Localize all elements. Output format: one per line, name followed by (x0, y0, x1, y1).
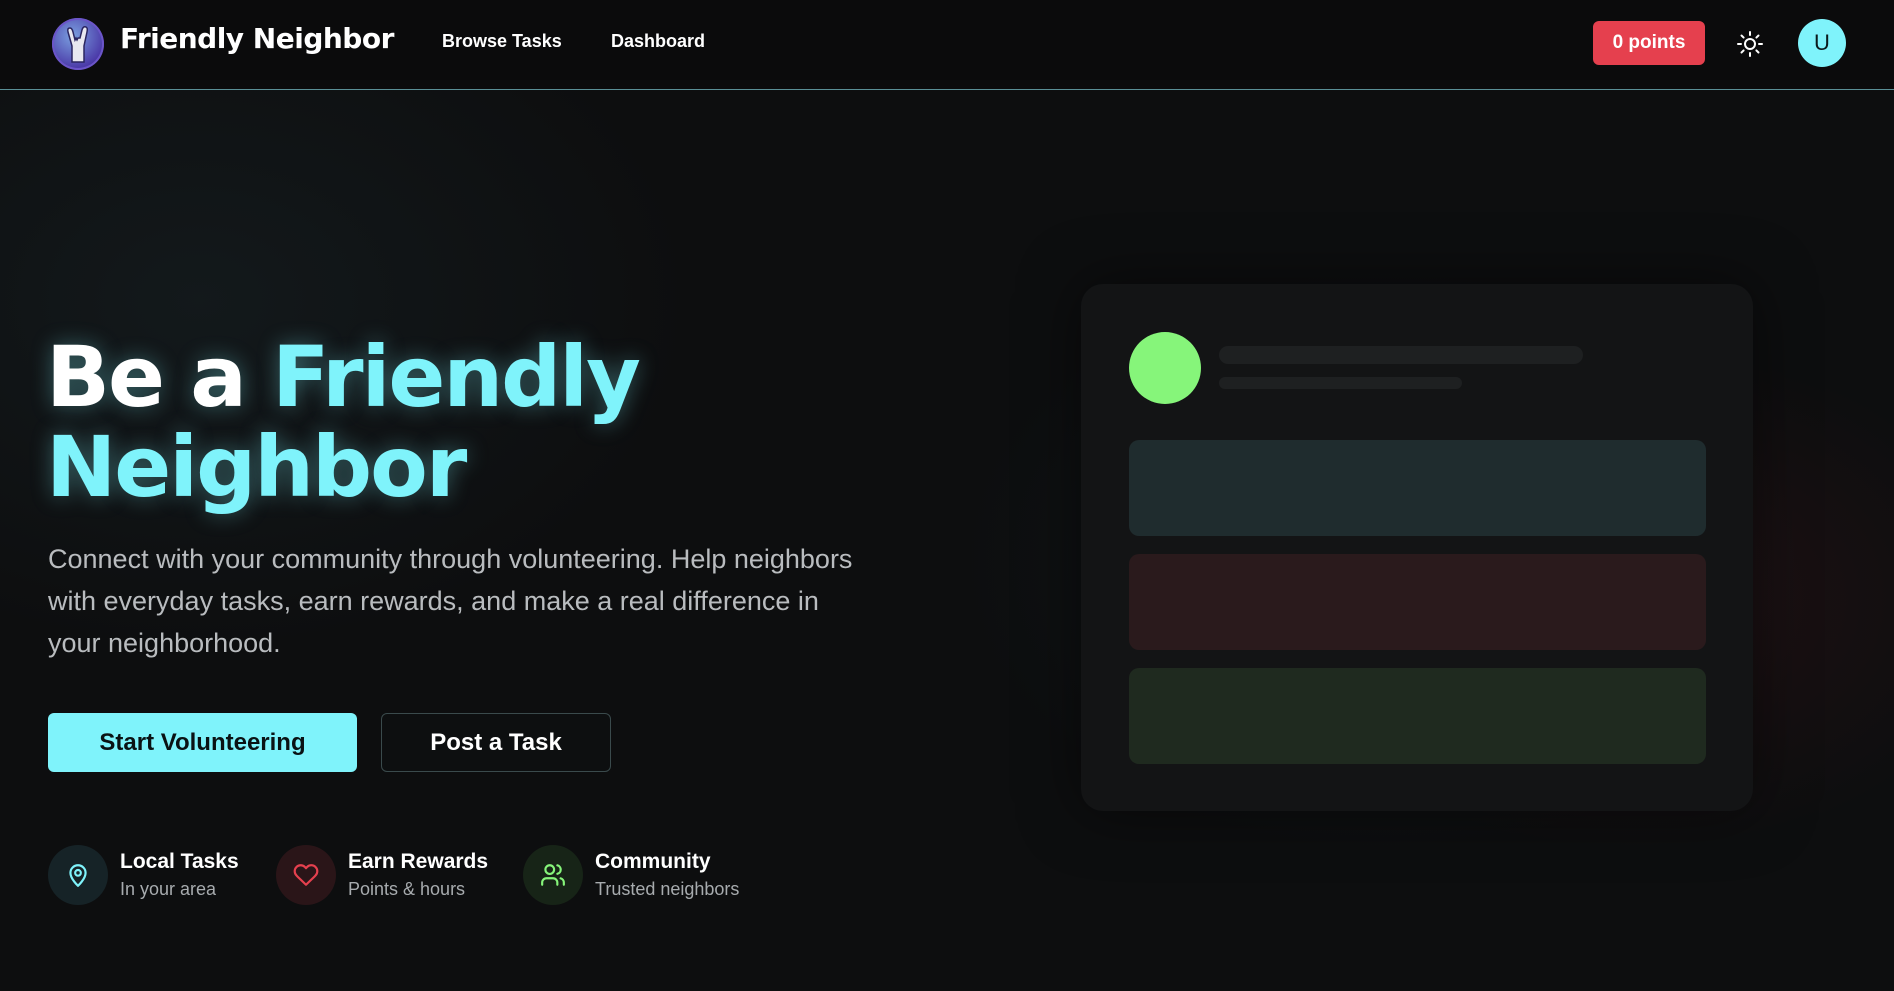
feature-subtitle: In your area (120, 879, 217, 899)
map-pin-icon (48, 845, 108, 905)
preview-text-placeholder (1219, 377, 1462, 389)
feature-title: Local Tasks (120, 850, 239, 873)
brand-name[interactable]: Friendly Neighbor (120, 22, 394, 55)
post-task-button[interactable]: Post a Task (381, 713, 611, 772)
users-icon (523, 845, 583, 905)
rock-hand-logo-icon[interactable] (52, 18, 104, 70)
nav-browse-tasks[interactable]: Browse Tasks (442, 31, 562, 52)
nav-dashboard[interactable]: Dashboard (611, 31, 705, 52)
feature-title: Community (595, 850, 711, 873)
feature-title: Earn Rewards (348, 850, 489, 873)
user-avatar[interactable]: U (1798, 19, 1846, 67)
heart-icon (276, 845, 336, 905)
start-volunteering-button[interactable]: Start Volunteering (48, 713, 357, 772)
page: Friendly Neighbor Browse Tasks Dashboard… (0, 0, 1894, 991)
hero-title-prefix: Be a (46, 328, 273, 426)
sun-icon[interactable] (1735, 29, 1765, 59)
preview-avatar-placeholder (1129, 332, 1201, 404)
preview-block-cyan (1129, 440, 1706, 536)
points-badge[interactable]: 0 points (1593, 21, 1705, 65)
preview-block-red (1129, 554, 1706, 650)
preview-text-placeholder (1219, 346, 1583, 364)
feature-subtitle: Points & hours (348, 879, 466, 899)
preview-block-green (1129, 668, 1706, 764)
feature-subtitle: Trusted neighbors (595, 879, 740, 899)
hero-subtitle: Connect with your community through volu… (48, 544, 853, 658)
preview-card (1081, 284, 1753, 811)
hero-title: Be a Friendly Neighbor (46, 332, 641, 512)
top-navbar: Friendly Neighbor Browse Tasks Dashboard… (0, 0, 1894, 90)
